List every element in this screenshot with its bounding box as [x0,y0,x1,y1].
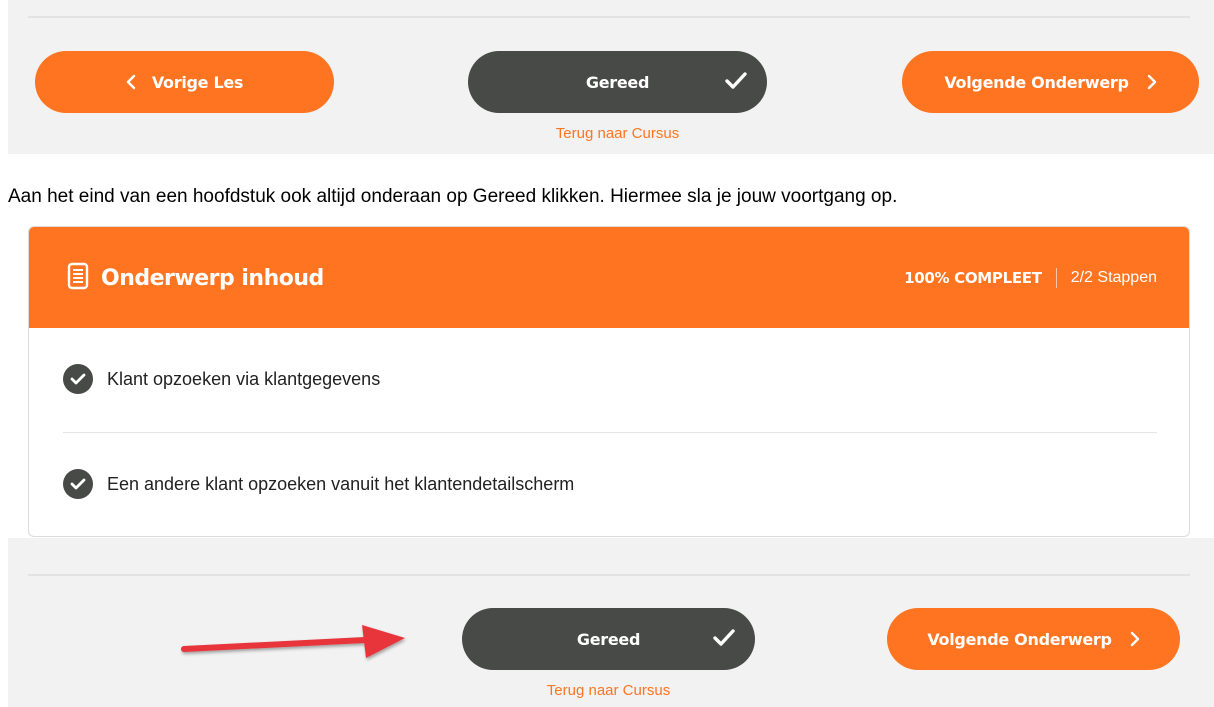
mark-done-label: Gereed [576,629,641,649]
chevron-left-icon [126,74,136,90]
next-topic-label: Volgende Onderwerp [944,72,1129,92]
mark-done-button[interactable]: Gereed [462,608,755,670]
topic-progress: 100% COMPLEET 2/2 Stappen [904,268,1157,288]
topic-item[interactable]: Klant opzoeken via klantgegevens [63,364,380,394]
topic-title-group: Onderwerp inhoud [67,262,324,295]
topic-item-label: Klant opzoeken via klantgegevens [107,368,381,389]
topic-item[interactable]: Een andere klant opzoeken vanuit het kla… [63,469,574,499]
topic-card-title: Onderwerp inhoud [101,266,324,291]
back-to-course-link[interactable]: Terug naar Cursus [462,682,755,699]
check-circle-icon [63,364,93,394]
item-divider [63,432,1157,433]
topic-content-card: Onderwerp inhoud 100% COMPLEET 2/2 Stapp… [28,226,1190,537]
check-circle-icon [63,469,93,499]
next-topic-label: Volgende Onderwerp [927,629,1112,649]
topic-card-header: Onderwerp inhoud 100% COMPLEET 2/2 Stapp… [29,227,1189,328]
progress-separator [1055,268,1057,288]
progress-percent: 100% COMPLEET [904,269,1042,287]
divider [28,16,1190,18]
previous-lesson-button[interactable]: Vorige Les [35,51,334,113]
next-topic-button[interactable]: Volgende Onderwerp [902,51,1199,113]
checkmark-icon [713,629,735,647]
instruction-text: Aan het eind van een hoofdstuk ook altij… [8,186,898,207]
divider [28,574,1190,576]
checkmark-icon [725,72,747,90]
chevron-right-icon [1147,74,1157,90]
previous-lesson-label: Vorige Les [151,72,244,92]
mark-done-label: Gereed [585,72,650,92]
chevron-right-icon [1130,631,1140,647]
top-lesson-nav: Vorige Les Gereed Terug naar Cursus Volg… [8,0,1214,154]
mark-done-button[interactable]: Gereed [468,51,767,113]
topic-item-label: Een andere klant opzoeken vanuit het kla… [107,473,575,494]
progress-steps: 2/2 Stappen [1070,269,1157,286]
red-arrow-icon [181,625,405,658]
back-to-course-link[interactable]: Terug naar Cursus [468,125,767,142]
document-icon [67,262,89,295]
next-topic-button[interactable]: Volgende Onderwerp [887,608,1180,670]
